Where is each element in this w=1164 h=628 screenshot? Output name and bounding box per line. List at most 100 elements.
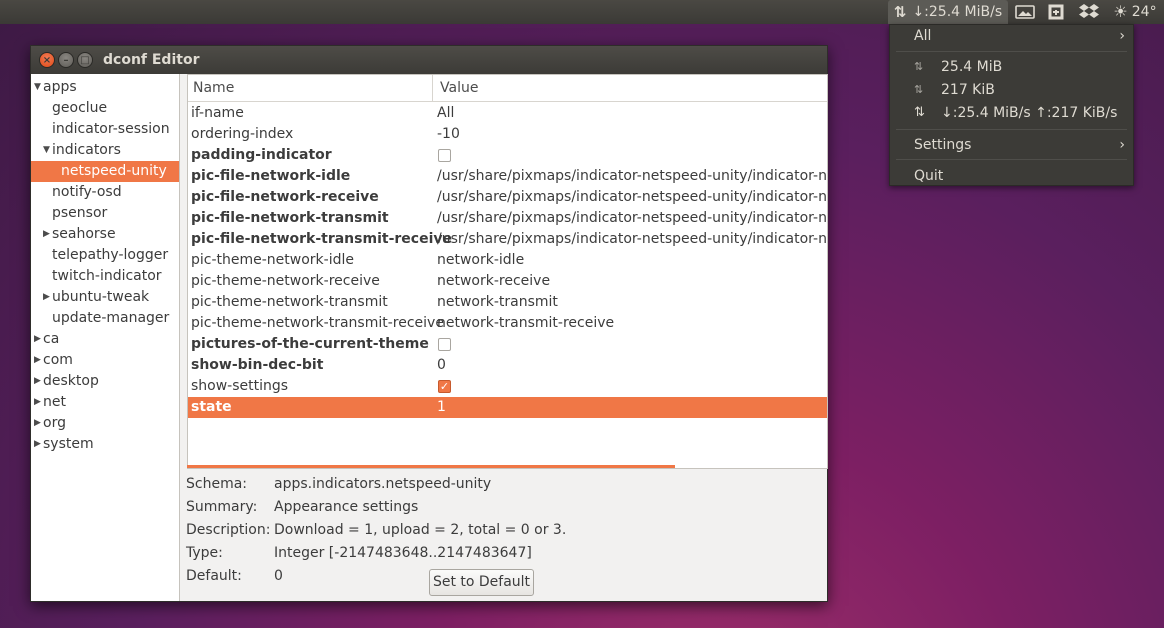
menu-item-quit[interactable]: Quit [890,165,1133,187]
netspeed-indicator[interactable]: ⇅ ↓:25.4 MiB/s [888,0,1008,24]
maximize-button[interactable]: □ [77,52,93,68]
table-row[interactable]: pic-file-network-transmit-receive/usr/sh… [188,229,827,250]
ubuntu-one-icon[interactable] [1044,0,1068,24]
table-row[interactable]: show-bin-dec-bit 0 [188,355,827,376]
weather-indicator[interactable]: ☀ 24° [1108,0,1162,24]
key-value: /usr/share/pixmaps/indicator-netspeed-un… [437,231,827,247]
tree-item-label: ubuntu-tweak [52,289,150,305]
keys-table[interactable]: Name Value if-name All ordering-index -10 pa… [187,74,828,469]
close-button[interactable]: × [39,52,55,68]
dconf-editor-window: × – □ dconf Editor ▼ apps geoclue indicator… [30,45,828,602]
tree-item[interactable]: ▶ ubuntu-tweak [31,287,179,308]
table-row[interactable]: pictures-of-the-current-theme [188,334,827,355]
screen-icon[interactable] [1012,0,1038,24]
tree-item-label: update-manager [52,310,170,326]
tree-item-label: indicators [52,142,121,158]
tree-item-label: seahorse [52,226,116,242]
tree-item[interactable]: ▶ org [31,413,179,434]
value-checkbox[interactable] [438,149,451,162]
horizontal-scroll-indicator[interactable] [187,465,675,468]
expander-down-icon[interactable]: ▼ [34,77,41,98]
schema-value: apps.indicators.netspeed-unity [274,476,492,492]
summary-label: Summary: [186,499,258,515]
menu-item-settings[interactable]: Settings › [890,134,1133,156]
tree-item-label: system [43,436,94,452]
table-row[interactable]: pic-theme-network-transmit-receive networ… [188,313,827,334]
tree-item[interactable]: geoclue [31,98,179,119]
key-value: All [437,105,455,121]
expander-right-icon[interactable]: ▶ [43,287,50,308]
netspeed-menu: All › ⇅ 25.4 MiB ⇅ 217 KiB ⇅ ↓:25.4 MiB/… [889,24,1134,186]
menu-item-label: 25.4 MiB [941,59,1003,75]
expander-down-icon[interactable]: ▼ [43,140,50,161]
key-value: 0 [437,357,446,373]
tree-item[interactable]: ▼ apps [31,77,179,98]
table-row[interactable]: pic-file-network-transmit/usr/share/pixm… [188,208,827,229]
expander-right-icon[interactable]: ▶ [34,392,41,413]
table-row[interactable]: pic-theme-network-transmit network-transm… [188,292,827,313]
table-row[interactable]: pic-file-network-receive/usr/share/pixma… [188,187,827,208]
upload-arrows-icon: ⇅ [914,83,924,96]
value-checkbox[interactable] [438,338,451,351]
expander-right-icon[interactable]: ▶ [34,371,41,392]
dropbox-icon[interactable] [1076,0,1102,24]
key-name: show-bin-dec-bit [191,357,324,373]
tree-item[interactable]: ▼ indicators [31,140,179,161]
tree-item[interactable]: notify-osd [31,182,179,203]
key-value: network-transmit-receive [437,315,615,331]
key-name: pic-file-network-idle [191,168,351,184]
sun-icon: ☀ [1113,2,1128,21]
key-name: pic-theme-network-idle [191,252,354,268]
expander-right-icon[interactable]: ▶ [34,434,41,455]
table-row[interactable]: pic-theme-network-receive network-receive [188,271,827,292]
tree-item[interactable]: ▶ desktop [31,371,179,392]
table-row[interactable]: pic-file-network-idle/usr/share/pixmaps/… [188,166,827,187]
tree-item[interactable]: netspeed-unity [31,161,179,182]
tree-item[interactable]: ▶ system [31,434,179,455]
tree-item[interactable]: twitch-indicator [31,266,179,287]
tree-item[interactable]: indicator-session [31,119,179,140]
tree-item-label: indicator-session [52,121,170,137]
table-row[interactable]: if-name All [188,103,827,124]
table-row[interactable]: pic-theme-network-idle network-idle [188,250,827,271]
tree-item[interactable]: ▶ seahorse [31,224,179,245]
table-row[interactable]: ordering-index -10 [188,124,827,145]
tree-item[interactable]: psensor [31,203,179,224]
tree-item[interactable]: ▶ com [31,350,179,371]
column-header-name[interactable]: Name [188,75,433,101]
table-row[interactable]: state 1 [188,397,827,418]
menu-item-label: 217 KiB [941,82,995,98]
tree-item-label: twitch-indicator [52,268,162,284]
tree-item-label: telepathy-logger [52,247,169,263]
tree-item[interactable]: telepathy-logger [31,245,179,266]
window-title: dconf Editor [103,52,200,68]
column-header-value[interactable]: Value [433,75,827,101]
menu-item-download-total[interactable]: ⇅ 25.4 MiB [890,56,1133,78]
tree-item[interactable]: ▶ net [31,392,179,413]
menu-separator [896,129,1127,130]
table-row[interactable]: show-settings ✓ [188,376,827,397]
value-checkbox[interactable]: ✓ [438,380,451,393]
window-titlebar[interactable]: × – □ dconf Editor [31,46,827,74]
minimize-icon: – [63,55,69,66]
tree-item[interactable]: update-manager [31,308,179,329]
tree-item[interactable]: ▶ ca [31,329,179,350]
expander-right-icon[interactable]: ▶ [34,329,41,350]
minimize-button[interactable]: – [58,52,74,68]
description-label: Description: [186,522,271,538]
expander-right-icon[interactable]: ▶ [43,224,50,245]
menu-item-combined[interactable]: ⇅ ↓:25.4 MiB/s ↑:217 KiB/s [890,102,1133,124]
expander-right-icon[interactable]: ▶ [34,350,41,371]
schema-tree[interactable]: ▼ apps geoclue indicator-session ▼ indicators… [31,74,180,601]
network-transfer-icon: ⇅ [893,3,907,21]
tree-item-label: ca [43,331,60,347]
menu-item-upload-total[interactable]: ⇅ 217 KiB [890,79,1133,101]
table-row[interactable]: padding-indicator [188,145,827,166]
top-panel: ⇅ ↓:25.4 MiB/s ☀ 24° [0,0,1164,24]
menu-item-all[interactable]: All › [890,25,1133,47]
set-to-default-button[interactable]: Set to Default [429,569,534,596]
key-name: pic-file-network-transmit-receive [191,231,452,247]
expander-right-icon[interactable]: ▶ [34,413,41,434]
network-transfer-icon: ⇅ [914,105,925,120]
menu-separator [896,159,1127,160]
